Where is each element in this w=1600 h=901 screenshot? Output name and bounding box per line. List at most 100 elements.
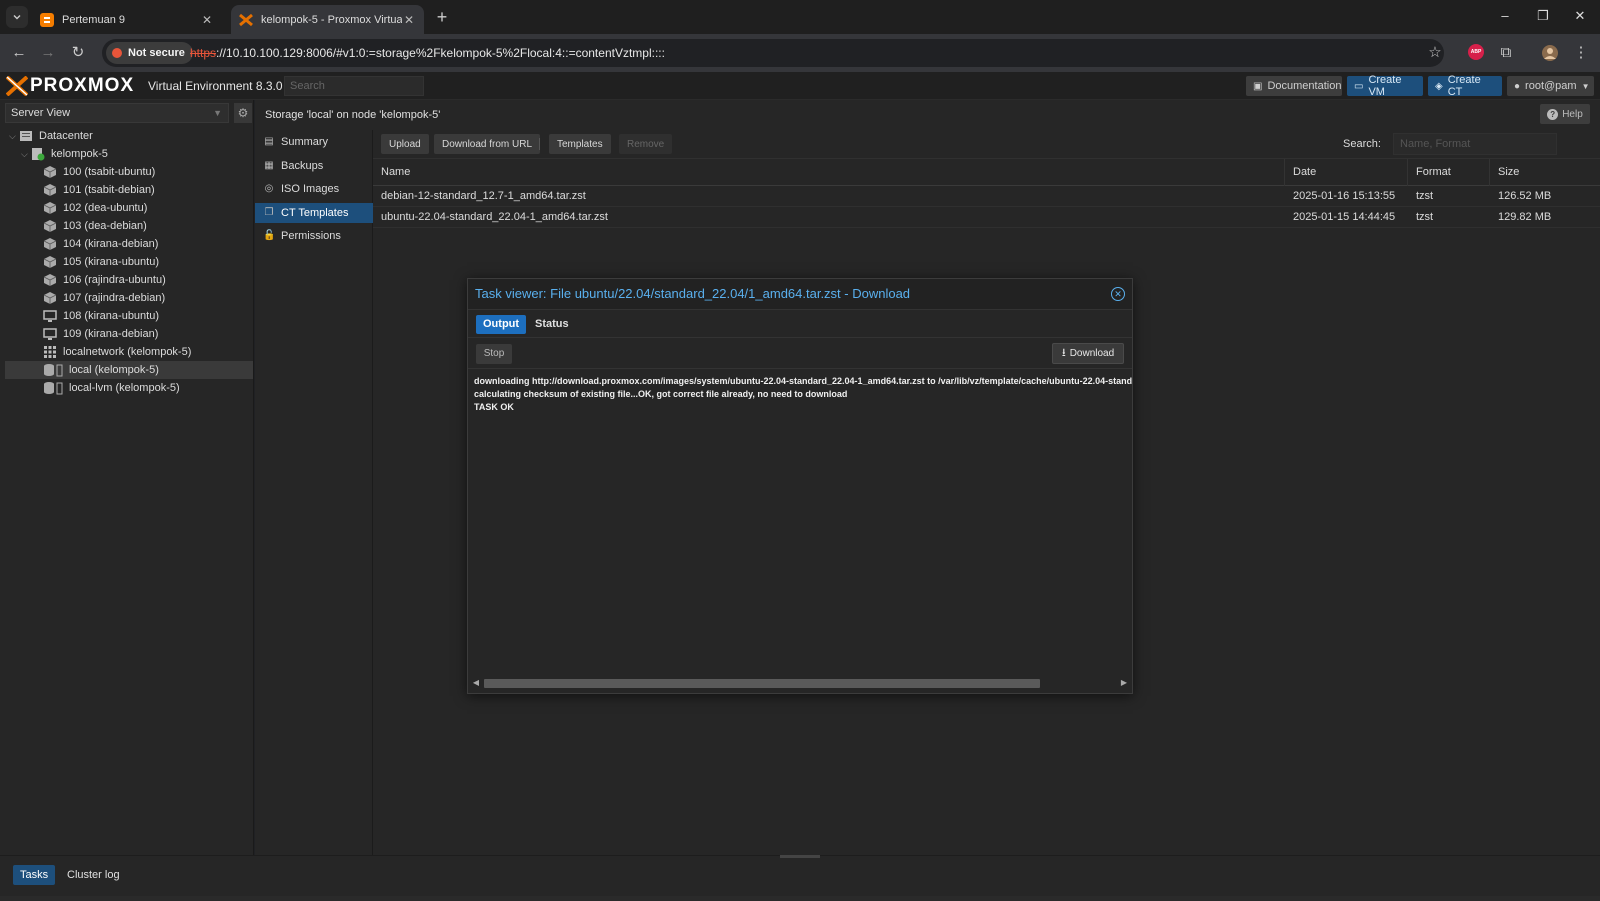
book-icon: ▤	[264, 136, 274, 147]
tree-item-label: 107 (rajindra-debian)	[63, 292, 166, 304]
back-icon[interactable]: ←	[10, 44, 28, 62]
tree-item[interactable]: 104 (kirana-debian)	[5, 235, 253, 253]
tree-item-label: localnetwork (kelompok-5)	[63, 346, 192, 358]
cube-icon: ◈	[1435, 80, 1443, 92]
table-row[interactable]: ubuntu-22.04-standard_22.04-1_amd64.tar.…	[373, 207, 1600, 228]
column-header-name[interactable]: Name	[373, 159, 1285, 186]
dialog-toolbar: Stop ⭳ Download	[468, 338, 1132, 369]
documentation-button[interactable]: ▣ Documentation	[1246, 76, 1342, 96]
extensions-icon[interactable]: ⧉	[1497, 44, 1515, 62]
close-tab-icon[interactable]: ✕	[402, 13, 416, 27]
panel-splitter[interactable]	[780, 855, 820, 858]
toolbar-separator	[539, 138, 540, 150]
search-input[interactable]: Name, Format	[1393, 133, 1557, 155]
nav-item[interactable]: ▦ Backups	[255, 156, 373, 176]
tree-item[interactable]: 109 (kirana-debian)	[5, 325, 253, 343]
restore-icon[interactable]: ❐	[1533, 8, 1553, 26]
dialog-tabs: Output Status	[468, 309, 1132, 338]
browser-tab-proxmox[interactable]: kelompok-5 - Proxmox Virtual E ✕	[231, 5, 424, 34]
task-log-output: downloading http://download.proxmox.com/…	[468, 369, 1132, 663]
tree-item[interactable]: 101 (tsabit-debian)	[5, 181, 253, 199]
help-button[interactable]: ? Help	[1540, 104, 1590, 124]
user-menu-button[interactable]: ● root@pam ▼	[1507, 76, 1594, 96]
container-icon	[43, 183, 57, 197]
profile-avatar-icon[interactable]	[1541, 44, 1559, 62]
container-icon	[43, 165, 57, 179]
log-line: downloading http://download.proxmox.com/…	[474, 376, 1132, 386]
column-header-format[interactable]: Format	[1408, 159, 1490, 186]
create-vm-button[interactable]: ▭ Create VM	[1347, 74, 1423, 98]
container-icon	[43, 201, 57, 215]
tree-item-label: 102 (dea-ubuntu)	[63, 202, 148, 214]
reload-icon[interactable]: ↻	[69, 44, 87, 62]
browser-tab-bar: Pertemuan 9 ✕ kelompok-5 - Proxmox Virtu…	[0, 0, 1600, 34]
url-field[interactable]: Not secure https://10.10.100.129:8006/#v…	[102, 39, 1444, 67]
expand-chevron-icon[interactable]: ⌵	[21, 149, 31, 160]
browser-menu-icon[interactable]: ⋮	[1572, 44, 1590, 62]
new-tab-icon[interactable]: +	[432, 7, 452, 27]
minimize-icon[interactable]: –	[1495, 8, 1515, 26]
pve-header: PROXMOX Virtual Environment 8.3.0 Search…	[0, 72, 1600, 100]
tree-item-label: 108 (kirana-ubuntu)	[63, 310, 160, 322]
tree-item[interactable]: 108 (kirana-ubuntu)	[5, 307, 253, 325]
tab-cluster-log[interactable]: Cluster log	[60, 865, 127, 885]
not-secure-badge[interactable]: Not secure	[106, 42, 193, 64]
help-label: Help	[1562, 108, 1583, 120]
scroll-left-icon[interactable]: ◀	[470, 676, 482, 690]
horizontal-scrollbar[interactable]: ◀ ▶	[470, 676, 1130, 690]
tree-item-label: local-lvm (kelompok-5)	[69, 382, 180, 394]
tab-output[interactable]: Output	[476, 315, 527, 334]
node-icon	[31, 147, 45, 161]
tree-item[interactable]: ⌵ kelompok-5	[5, 145, 253, 163]
floppy-icon: ▦	[264, 159, 274, 171]
nav-item[interactable]: 🔓 Permissions	[255, 226, 373, 246]
tree-item[interactable]: 106 (rajindra-ubuntu)	[5, 271, 253, 289]
tree-item[interactable]: 102 (dea-ubuntu)	[5, 199, 253, 217]
close-window-icon[interactable]: ✕	[1570, 8, 1590, 26]
adblock-extension-icon[interactable]: ABP	[1468, 44, 1484, 60]
nav-item[interactable]: ◎ ISO Images	[255, 179, 373, 199]
create-ct-button[interactable]: ◈ Create CT	[1428, 74, 1502, 98]
upload-button[interactable]: Upload	[381, 134, 429, 154]
close-icon[interactable]: ✕	[1111, 287, 1125, 301]
table-row[interactable]: debian-12-standard_12.7-1_amd64.tar.zst 2…	[373, 186, 1600, 207]
tree-item[interactable]: 105 (kirana-ubuntu)	[5, 253, 253, 271]
scroll-right-icon[interactable]: ▶	[1118, 676, 1130, 690]
tree-item[interactable]: 103 (dea-debian)	[5, 217, 253, 235]
templates-button[interactable]: Templates	[549, 134, 611, 154]
proxmox-favicon-icon	[239, 13, 253, 27]
create-vm-label: Create VM	[1368, 74, 1402, 98]
address-bar: ← → ↻ Not secure https://10.10.100.129:8…	[0, 34, 1600, 72]
expand-chevron-icon[interactable]: ⌵	[9, 131, 19, 142]
remove-button[interactable]: Remove	[619, 134, 673, 154]
tab-status[interactable]: Status	[528, 315, 576, 334]
tree-item[interactable]: 107 (rajindra-debian)	[5, 289, 253, 307]
download-from-url-button[interactable]: Download from URL	[434, 134, 541, 154]
gear-icon[interactable]: ⚙	[234, 103, 252, 123]
tree-item[interactable]: local-lvm (kelompok-5)	[5, 379, 253, 397]
download-log-button[interactable]: ⭳ Download	[1052, 343, 1124, 364]
tab-tasks[interactable]: Tasks	[13, 865, 56, 885]
nav-item-label: ISO Images	[281, 183, 340, 195]
scrollbar-thumb[interactable]	[484, 679, 1040, 688]
url-text: https://10.10.100.129:8006/#v1:0:=storag…	[190, 46, 665, 60]
browser-tab-pertemuan[interactable]: Pertemuan 9 ✕	[32, 5, 222, 34]
forward-icon[interactable]: →	[39, 44, 57, 62]
stop-button[interactable]: Stop	[476, 344, 512, 364]
global-search-input[interactable]: Search	[284, 76, 424, 96]
tab-search-chevron-icon[interactable]	[6, 6, 28, 28]
tree-item-label: 105 (kirana-ubuntu)	[63, 256, 160, 268]
tree-item[interactable]: local (kelompok-5)	[5, 361, 253, 379]
nav-item[interactable]: ▤ Summary	[255, 132, 373, 152]
view-selector[interactable]: Server View ▼	[5, 103, 229, 123]
column-header-date[interactable]: Date	[1285, 159, 1408, 186]
tree-item[interactable]: 100 (tsabit-ubuntu)	[5, 163, 253, 181]
bookmark-star-icon[interactable]: ☆	[1426, 44, 1444, 62]
storage-icon	[43, 381, 63, 395]
tree-item[interactable]: localnetwork (kelompok-5)	[5, 343, 253, 361]
proxmox-logo: PROXMOX	[6, 75, 134, 97]
tree-item[interactable]: ⌵ Datacenter	[5, 127, 253, 145]
nav-item[interactable]: ❐ CT Templates	[255, 202, 373, 223]
column-header-size[interactable]: Size	[1490, 159, 1600, 186]
close-tab-icon[interactable]: ✕	[200, 13, 214, 27]
